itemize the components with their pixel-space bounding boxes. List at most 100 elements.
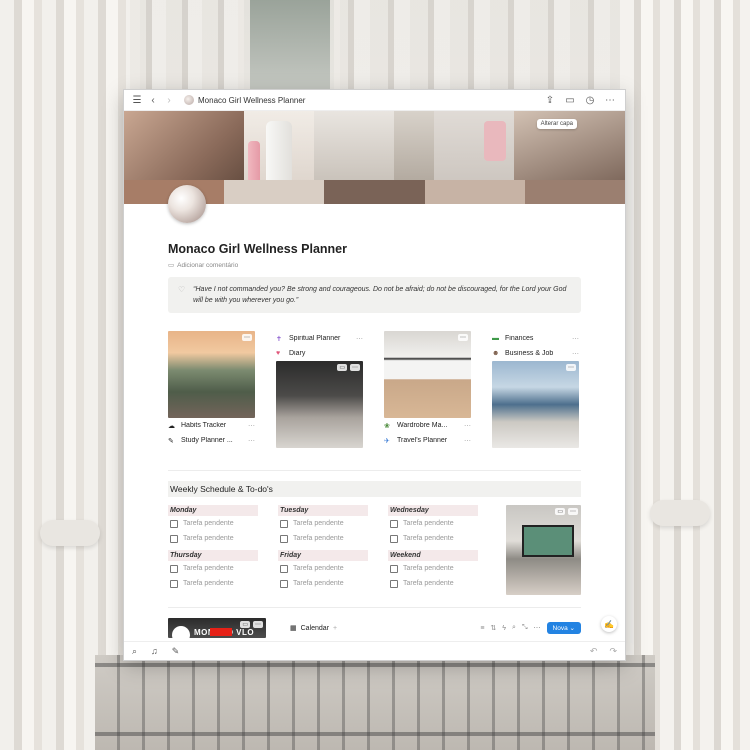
checkbox[interactable] [280,519,288,528]
task-placeholder: Tarefa pendente [293,565,344,573]
filter-icon[interactable]: ≡ [480,625,484,632]
quote-callout[interactable]: ♡ “Have I not commanded you? Be strong a… [168,277,581,314]
checkbox[interactable] [390,534,398,543]
task-item[interactable]: Tarefa pendente [278,531,368,546]
lightning-icon[interactable]: ϟ [502,625,506,632]
comment-icon[interactable]: ▭ [555,508,565,516]
curtain-left [0,0,140,750]
more-icon[interactable]: ⋯ [350,364,360,372]
gallery-item[interactable]: ♥ Diary [276,346,363,361]
add-view-icon[interactable]: + [333,625,337,632]
comment-icon[interactable]: ▭ [563,93,577,107]
share-icon[interactable]: ⇪ [543,93,557,107]
checkbox[interactable] [280,579,288,588]
ai-assistant-icon[interactable]: ✍ [601,616,617,632]
gallery-item[interactable]: ✈ Travel's Planner ⋯ [384,433,471,448]
more-icon[interactable]: ⋯ [568,508,578,516]
day-header[interactable]: Tuesday [278,505,368,517]
more-icon[interactable]: ⋯ [248,437,255,445]
task-item[interactable]: Tarefa pendente [388,531,478,546]
link-gallery: ⋯ ☁ Habits Tracker ⋯ ✎ Study Planner ...… [168,331,581,449]
task-item[interactable]: Tarefa pendente [388,561,478,576]
gallery-item[interactable]: ❀ Wardrobre Ma... ⋯ [384,418,471,433]
checkbox[interactable] [170,519,178,528]
task-item[interactable]: Tarefa pendente [388,516,478,531]
shell-page-icon[interactable] [168,185,206,223]
sort-icon[interactable]: ⇅ [490,624,496,632]
checkbox[interactable] [170,534,178,543]
gallery-item[interactable]: ✎ Study Planner ... ⋯ [168,433,255,448]
page-title[interactable]: Monaco Girl Wellness Planner [168,242,581,256]
checkbox[interactable] [170,579,178,588]
more-icon[interactable]: ⋯ [248,422,255,430]
day-header[interactable]: Weekend [388,550,478,562]
task-item[interactable]: Tarefa pendente [168,516,258,531]
checkbox[interactable] [390,519,398,528]
task-item[interactable]: Tarefa pendente [168,576,258,591]
people-photo-image[interactable]: ▭ ⋯ [276,361,363,449]
gallery-item[interactable]: ▬ Finances ⋯ [492,331,579,346]
gallery-item[interactable]: ☻ Business & Job ⋯ [492,346,579,361]
tab-calendar[interactable]: ▦ Calendar + [290,624,337,633]
more-icon[interactable]: ⋯ [458,334,468,342]
gallery-item[interactable]: ✝ Spiritual Planner ⋯ [276,331,363,346]
task-item[interactable]: Tarefa pendente [168,531,258,546]
comment-icon[interactable]: ▭ [337,364,347,372]
comment-icon[interactable]: ▭ [240,621,250,629]
back-icon[interactable]: ‹ [146,93,160,107]
more-icon[interactable]: ⋯ [566,364,576,372]
task-item[interactable]: Tarefa pendente [168,561,258,576]
task-item[interactable]: Tarefa pendente [278,576,368,591]
day-header[interactable]: Wednesday [388,505,478,517]
window-glass [238,0,340,98]
undo-icon[interactable]: ↶ [590,646,598,657]
search-icon[interactable]: ⌕ [512,624,516,632]
menu-icon[interactable]: ☰ [130,93,144,107]
more-icon[interactable]: ⋯ [464,422,471,430]
expand-icon[interactable]: ⤡ [522,624,528,632]
youtube-thumbnail[interactable]: MONACO VLO ▭ ⋯ [168,618,266,645]
task-item[interactable]: Tarefa pendente [278,561,368,576]
task-placeholder: Tarefa pendente [293,520,344,528]
checkbox[interactable] [170,564,178,573]
checkbox[interactable] [390,564,398,573]
day-header[interactable]: Thursday [168,550,258,562]
breadcrumb[interactable]: Monaco Girl Wellness Planner [184,95,305,105]
checkbox[interactable] [280,564,288,573]
new-button[interactable]: Nova ⌄ [546,622,581,635]
app-window: ☰ ‹ › Monaco Girl Wellness Planner ⇪ ▭ ◷… [124,90,625,660]
forward-icon[interactable]: › [162,93,176,107]
search-icon[interactable]: ⌕ [132,646,137,657]
day-header[interactable]: Monday [168,505,258,517]
day-block: Tuesday Tarefa pendente Tarefa pendente [278,505,368,546]
checkbox[interactable] [390,579,398,588]
youtube-red-bar [210,628,232,637]
strip-tile [524,180,625,204]
monaco-street-image[interactable]: ⋯ [168,331,255,419]
more-icon[interactable]: ⋯ [572,335,579,343]
more-icon[interactable]: ⋯ [572,350,579,358]
change-cover-button[interactable]: Alterar capa [536,119,577,129]
checkbox[interactable] [280,534,288,543]
task-item[interactable]: Tarefa pendente [388,576,478,591]
living-room-image[interactable]: ▭ ⋯ [506,505,581,596]
compose-icon[interactable]: ✎ [172,646,180,657]
more-icon[interactable]: ⋯ [603,93,617,107]
more-icon[interactable]: ⋯ [534,624,541,632]
more-icon[interactable]: ⋯ [464,437,471,445]
comment-small-icon: ▭ [168,262,175,269]
add-comment-button[interactable]: ▭ Adicionar comentário [168,261,581,270]
task-placeholder: Tarefa pendente [183,520,234,528]
seaside-image[interactable]: ⋯ [492,361,579,449]
clock-icon[interactable]: ◷ [583,93,597,107]
redo-icon[interactable]: ↷ [609,646,617,657]
piano-image[interactable]: ⋯ [384,331,471,419]
weekly-heading[interactable]: Weekly Schedule & To-do's [168,481,581,498]
day-header[interactable]: Friday [278,550,368,562]
task-item[interactable]: Tarefa pendente [278,516,368,531]
bell-icon[interactable]: ♫ [151,646,158,656]
more-icon[interactable]: ⋯ [242,334,252,342]
more-icon[interactable]: ⋯ [253,621,263,629]
gallery-item[interactable]: ☁ Habits Tracker ⋯ [168,418,255,433]
more-icon[interactable]: ⋯ [356,335,363,343]
